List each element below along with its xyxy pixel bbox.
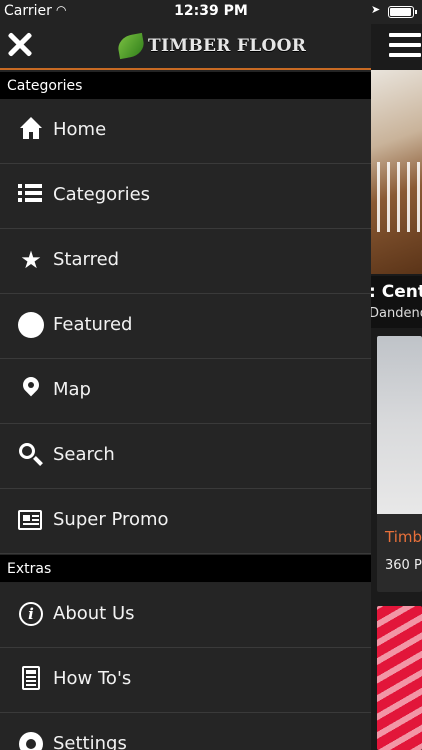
section-header-categories: Categories bbox=[0, 72, 371, 99]
hero-title-block: : Cent Dandeno bbox=[371, 276, 422, 328]
menu-item-super-promo[interactable]: Super Promo bbox=[0, 489, 371, 554]
menu-item-label: Categories bbox=[53, 184, 151, 205]
menu-item-label: Home bbox=[53, 119, 107, 140]
menu-hamburger-icon[interactable] bbox=[389, 33, 421, 59]
menu-item-settings[interactable]: Settings bbox=[0, 713, 371, 750]
location-arrow-icon: ➤ bbox=[371, 3, 381, 16]
listing-card-address: 360 Pa bbox=[385, 558, 422, 573]
leaf-logo-icon bbox=[116, 32, 146, 60]
menu-item-label: Search bbox=[53, 444, 115, 465]
status-bar: Carrier ◠ 12:39 PM ➤ bbox=[0, 0, 422, 24]
menu-item-label: About Us bbox=[53, 603, 135, 624]
hero-title: : Cent bbox=[371, 282, 422, 302]
gear-icon bbox=[18, 731, 44, 750]
app-logo: TIMBER FLOOR bbox=[116, 32, 307, 60]
menu-item-search[interactable]: Search bbox=[0, 424, 371, 489]
side-drawer: TIMBER FLOOR Categories Home Categories … bbox=[0, 24, 371, 750]
listing-card-image bbox=[377, 336, 422, 514]
badge-icon bbox=[18, 312, 44, 338]
hero-image bbox=[371, 70, 422, 274]
section-header-extras: Extras bbox=[0, 555, 371, 582]
menu-item-home[interactable]: Home bbox=[0, 99, 371, 164]
background-page: : Cent Dandeno Timb 360 Pa bbox=[371, 0, 422, 750]
clock: 12:39 PM bbox=[174, 3, 248, 19]
menu-item-how-tos[interactable]: How To's bbox=[0, 648, 371, 713]
hero-subtitle: Dandeno bbox=[371, 306, 422, 321]
menu-item-map[interactable]: Map bbox=[0, 359, 371, 424]
logo-text: TIMBER FLOOR bbox=[148, 36, 307, 56]
promo-card[interactable] bbox=[377, 606, 422, 750]
menu-item-starred[interactable]: ★ Starred bbox=[0, 229, 371, 294]
battery-icon bbox=[388, 6, 417, 18]
home-icon bbox=[18, 117, 44, 143]
menu-item-label: Super Promo bbox=[53, 509, 169, 530]
newspaper-icon bbox=[18, 507, 44, 533]
list-icon bbox=[18, 182, 44, 208]
star-icon: ★ bbox=[20, 246, 42, 274]
menu-item-label: Settings bbox=[53, 733, 127, 750]
menu-item-label: Starred bbox=[53, 249, 120, 270]
drawer-top-bar: TIMBER FLOOR bbox=[0, 24, 371, 70]
search-icon bbox=[18, 442, 44, 468]
menu-item-featured[interactable]: Featured bbox=[0, 294, 371, 359]
close-icon[interactable] bbox=[6, 31, 34, 59]
menu-item-categories[interactable]: Categories bbox=[0, 164, 371, 229]
map-pin-icon bbox=[18, 373, 44, 403]
info-icon: i bbox=[18, 601, 44, 627]
menu-item-label: Featured bbox=[53, 314, 133, 335]
menu-item-label: How To's bbox=[53, 668, 132, 689]
calculator-icon bbox=[18, 666, 44, 692]
menu-item-about-us[interactable]: i About Us bbox=[0, 583, 371, 648]
listing-card-title: Timb bbox=[385, 528, 422, 546]
promo-card-image bbox=[377, 606, 422, 750]
listing-card[interactable]: Timb 360 Pa bbox=[377, 336, 422, 592]
menu-item-label: Map bbox=[53, 379, 91, 400]
